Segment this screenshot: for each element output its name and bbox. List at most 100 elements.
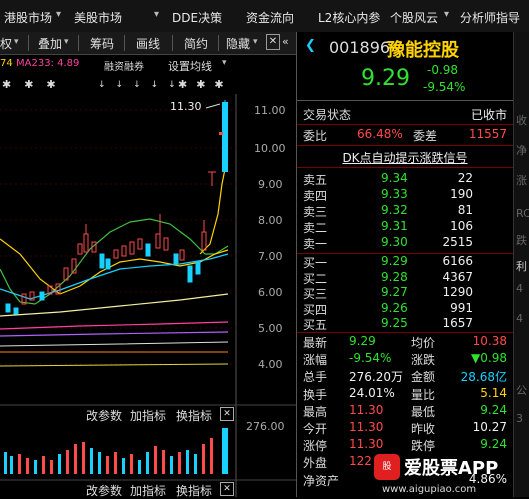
stat-row: 最新 9.29 均价 10.38 [297,334,513,350]
stat-value: 11.30 [349,420,384,434]
stat-value: 276.20万 [349,370,403,385]
stat-label-2: 最低 [411,404,436,419]
kline-chart[interactable]: 74 MA233: 4.89 融资融券 设置均线 ▾ ✱✱✱ ✱✱✱ ↓↓↓↓↓… [0,54,296,499]
sell-level-row[interactable]: 卖五 9.34 22 [297,171,513,187]
trade-status-label: 交易状态 [303,108,352,122]
toolbar-hide[interactable]: 隐藏 [226,35,250,52]
stat-label-2: 量比 [411,387,436,402]
toolbar-rights[interactable]: 权 [0,35,12,52]
stat-label: 涨幅 [303,353,328,368]
sell-level-row[interactable]: 卖四 9.33 190 [297,187,513,203]
stat-value-2: 28.68亿 [460,370,507,385]
dk-hint-link[interactable]: DK点自动提示涨跌信号 [342,151,467,165]
side-strip: 收 净 涨 RC 跌 利 4 4 公 3 [513,32,529,497]
toolbar-draw-line[interactable]: 画线 [136,35,160,52]
buy-level-row[interactable]: 买四 9.26 991 [297,301,513,317]
chart-toolbar: 权 ▾ 叠加 ▾ 筹码 画线 简约 隐藏 ▾ ✕ « [0,32,296,55]
sell-level-price: 9.33 [381,187,408,201]
y-axis-label: 5.00 [258,322,283,335]
sell-level-price: 9.30 [381,235,408,249]
current-price: 9.29 [361,66,410,91]
menu-us-market[interactable]: 美股市场 [74,9,122,26]
close-icon[interactable]: ✕ [220,482,234,496]
y-axis-label: 10.00 [254,142,286,155]
chevron-down-icon: ▾ [253,37,258,47]
switch-indicator-button[interactable]: 换指标 [176,407,212,424]
stat-label-2: 金额 [411,370,436,385]
add-indicator-button[interactable]: 加指标 [130,482,166,499]
y-axis-label: 8.00 [258,214,283,227]
stat-value-2: 9.24 [480,402,507,417]
menu-fund-flow[interactable]: 资金流向 [246,9,294,26]
watermark-url: www.aigupiao.com [382,484,477,495]
price-change: -0.98 [427,63,459,77]
chevron-down-icon: ▾ [56,9,62,20]
stat-label-2: 涨跌 [411,353,436,368]
menu-hk-market[interactable]: 港股市场 [4,9,52,26]
y-axis-label: 9.00 [258,178,283,191]
order-ratio-row: 委比 66.48% 委差 11557 [297,127,513,143]
sell-level-volume: 22 [457,171,473,185]
sell-level-volume: 190 [450,187,473,201]
buy-level-row[interactable]: 买一 9.29 6166 [297,254,513,270]
change-params-button[interactable]: 改参数 [86,407,122,424]
menu-dde[interactable]: DDE决策 [172,9,222,26]
arrow-marks: ↓↓↓↓↓ [98,80,186,90]
collapse-icon[interactable]: « [282,35,289,48]
trade-status-value: 已收市 [470,108,507,122]
stock-code: 001896 [329,38,391,57]
volume-axis-label: 276.00 [246,420,285,433]
prev-stock-icon[interactable]: ❮ [305,38,316,53]
watermark-brand: 爱股票APP [404,458,499,479]
stat-row: 换手 24.01% 量比 5.14 [297,386,513,402]
buy-level-row[interactable]: 买二 9.28 4367 [297,270,513,286]
sell-level-row[interactable]: 卖三 9.32 81 [297,203,513,219]
dk-hint-row[interactable]: DK点自动提示涨跌信号 [297,149,513,165]
sell-level-row[interactable]: 卖二 9.31 106 [297,219,513,235]
menu-l2-insider[interactable]: L2核心内参 [318,9,380,26]
y-axis-label: 7.00 [258,250,283,263]
stat-label: 最高 [303,404,328,419]
sell-level-row[interactable]: 卖一 9.30 2515 [297,235,513,251]
switch-indicator-button[interactable]: 换指标 [176,482,212,499]
stat-label-2: 昨收 [411,422,436,436]
stat-label: 涨停 [303,439,328,454]
buy-level-row[interactable]: 买五 9.25 1657 [297,316,513,332]
sell-level-label: 卖四 [303,189,328,203]
change-params-button[interactable]: 改参数 [86,482,122,499]
app-logo-icon: 股 [374,454,400,480]
add-indicator-button[interactable]: 加指标 [130,407,166,424]
signal-stars: ✱✱✱ [2,78,69,91]
menu-analyst[interactable]: 分析师指导 [460,9,520,26]
sell-level-label: 卖五 [303,173,328,187]
buy-level-label: 买一 [303,256,328,270]
buy-level-row[interactable]: 买三 9.27 1290 [297,285,513,301]
toolbar-simple[interactable]: 简约 [184,35,208,52]
menu-stock-risk[interactable]: 个股风云 [390,9,438,26]
sell-level-volume: 106 [450,219,473,233]
buy-level-price: 9.28 [381,269,408,284]
buy-level-volume: 991 [450,300,473,315]
close-icon[interactable]: ✕ [220,407,234,421]
buy-level-price: 9.25 [381,316,408,330]
buy-level-label: 买五 [303,318,328,332]
stat-label-2: 均价 [411,336,436,350]
stat-row: 最高 11.30 最低 9.24 [297,403,513,419]
order-ratio-value: 66.48% [357,127,403,141]
toolbar-chips[interactable]: 筹码 [90,35,114,52]
toolbar-overlay[interactable]: 叠加 [38,35,62,52]
sell-level-volume: 2515 [442,235,473,249]
chevron-down-icon: ▾ [154,9,160,20]
order-diff-label: 委差 [413,129,438,143]
y-axis-label: 4.00 [258,358,283,371]
close-icon[interactable]: ✕ [266,34,280,50]
price-change-pct: -9.54% [423,80,466,94]
stat-label: 今开 [303,422,328,436]
stat-label: 净资产 [303,473,340,488]
buy-level-price: 9.26 [381,300,408,315]
stat-value-2: 5.14 [480,385,507,400]
watermark: 股 爱股票APP www.aigupiao.com [372,450,529,497]
stat-value-2: ▼0.98 [471,351,507,366]
buy-level-price: 9.29 [381,254,408,268]
signal-stars-right: ✱✱✱ [178,78,233,91]
